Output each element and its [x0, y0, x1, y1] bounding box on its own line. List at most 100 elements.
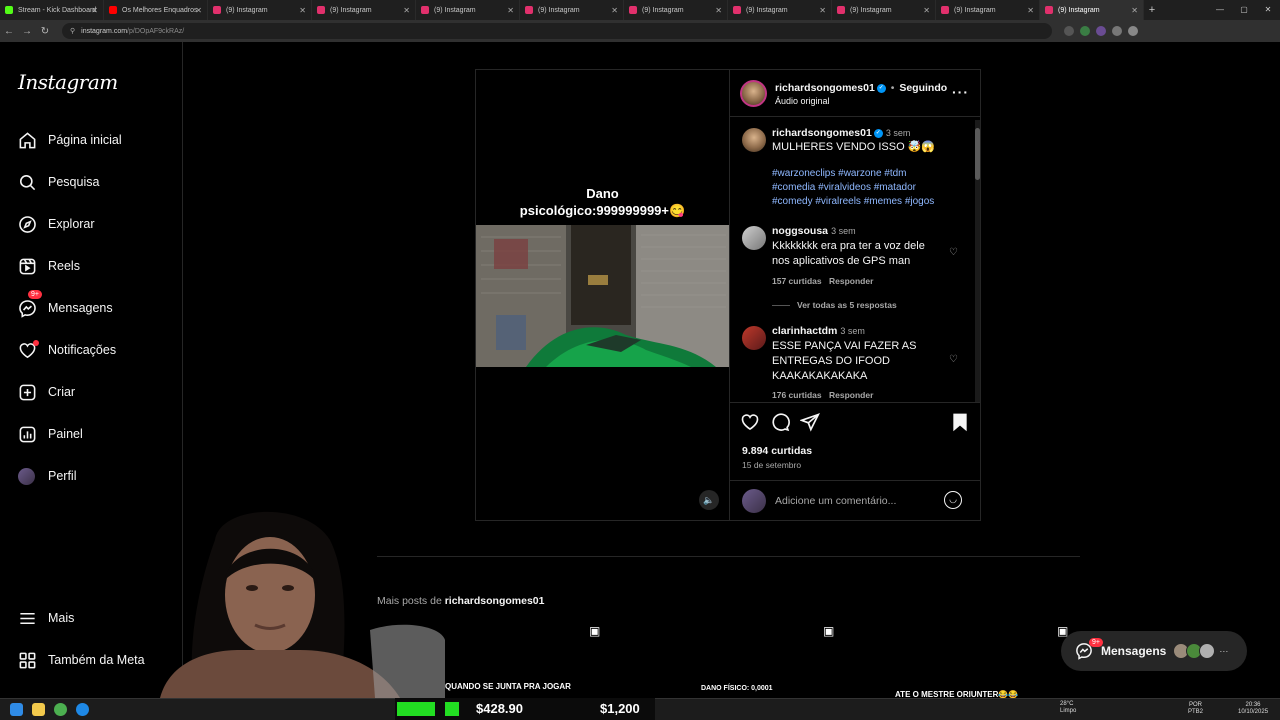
post-thumbnail[interactable]: ▣ QUANDO SE JUNTA PRA JOGAR	[445, 620, 677, 698]
browser-tab[interactable]: Os Melhores Enquadros ✕	[104, 0, 208, 20]
clock[interactable]: 20:36 10/10/2025	[1238, 702, 1268, 716]
browser-tab-bar: Stream - Kick Dashboard ✕ Os Melhores Enqu…	[0, 0, 1280, 20]
profile-icon[interactable]	[1128, 26, 1138, 36]
edge-icon[interactable]	[76, 703, 89, 716]
video-frame[interactable]	[476, 225, 729, 367]
commenter-avatar[interactable]	[742, 226, 766, 250]
extension-icon[interactable]	[1064, 26, 1074, 36]
hashtag-line[interactable]: #warzoneclips #warzone #tdm	[772, 167, 934, 181]
hashtag-line[interactable]: #comedia #viralvideos #matador	[772, 181, 934, 195]
post-thumbnail[interactable]: ▣ ATE O MESTRE ORIUNTER😂😂	[895, 620, 1080, 699]
site-info-icon[interactable]: ⚲	[70, 27, 75, 35]
more-options-icon[interactable]: ···	[952, 84, 969, 100]
comment-like-icon[interactable]: ♡	[949, 354, 958, 365]
author-username[interactable]: richardsongomes01	[775, 82, 875, 94]
maximize-icon[interactable]: ▢	[1232, 0, 1256, 20]
bookmark-icon[interactable]	[950, 412, 970, 432]
tab-close-icon[interactable]: ✕	[1027, 6, 1034, 15]
tab-close-icon[interactable]: ✕	[195, 6, 202, 15]
comment-icon[interactable]	[770, 412, 790, 432]
caption-username[interactable]: richardsongomes01	[772, 127, 872, 139]
sidebar-item-messages[interactable]: 9+ Mensagens	[18, 290, 113, 320]
tab-close-icon[interactable]: ✕	[91, 6, 98, 15]
sidebar-item-notifications[interactable]: Notificações	[18, 338, 116, 362]
comment-like-icon[interactable]: ♡	[949, 247, 958, 258]
mute-button[interactable]: 🔈	[699, 490, 719, 510]
comment-likes[interactable]: 176 curtidas	[772, 390, 822, 400]
comment-input[interactable]	[775, 492, 935, 510]
back-icon[interactable]: ←	[0, 26, 18, 37]
avatar	[742, 489, 766, 513]
like-icon[interactable]	[740, 412, 760, 432]
commenter-avatar[interactable]	[742, 326, 766, 350]
more-posts-username[interactable]: richardsongomes01	[445, 595, 545, 607]
url-field[interactable]: ⚲ instagram.com/p/DOpAF9ckRAz/	[62, 23, 1052, 39]
weather-widget[interactable]: 28°C Limpo	[1060, 701, 1076, 715]
scrollbar-thumb[interactable]	[975, 128, 980, 180]
post-media[interactable]: Dano psicológico:999999999+😋 �	[476, 70, 729, 520]
tab-close-icon[interactable]: ✕	[923, 6, 930, 15]
comment-username[interactable]: clarinhactdm	[772, 325, 837, 337]
tab-close-icon[interactable]: ✕	[1131, 6, 1138, 15]
sidebar-item-home[interactable]: Página inicial	[18, 128, 122, 152]
sidebar-item-reels[interactable]: Reels	[18, 254, 80, 278]
add-comment-row: ◡	[730, 480, 981, 520]
minimize-icon[interactable]: —	[1208, 0, 1232, 20]
author-avatar[interactable]	[740, 80, 767, 107]
sidebar-item-explore[interactable]: Explorar	[18, 212, 95, 236]
sidebar-item-label: Mensagens	[48, 301, 113, 315]
extension-icon[interactable]	[1096, 26, 1106, 36]
reply-button[interactable]: Responder	[829, 390, 873, 400]
sidebar-item-profile[interactable]: Perfil	[18, 464, 76, 488]
sidebar-item-search[interactable]: Pesquisa	[18, 170, 99, 194]
tab-favicon-icon	[109, 6, 117, 14]
audio-label[interactable]: Áudio original	[775, 96, 830, 106]
sidebar-item-dashboard[interactable]: Painel	[18, 422, 83, 446]
browser-tab[interactable]: Stream - Kick Dashboard ✕	[0, 0, 104, 20]
browser-tab[interactable]: (9) Instagram ✕	[208, 0, 312, 20]
browser-tab[interactable]: (9) Instagram ✕	[1040, 0, 1144, 20]
emoji-icon[interactable]: ◡	[944, 491, 962, 509]
tab-close-icon[interactable]: ✕	[299, 6, 306, 15]
comments-scrollbar[interactable]	[975, 120, 980, 402]
following-button[interactable]: Seguindo	[899, 82, 947, 94]
browser-tab[interactable]: (9) Instagram ✕	[728, 0, 832, 20]
tab-close-icon[interactable]: ✕	[403, 6, 410, 15]
language-indicator[interactable]: POR PTB2	[1188, 702, 1203, 716]
browser-tab[interactable]: (9) Instagram ✕	[624, 0, 728, 20]
sidebar-item-create[interactable]: Criar	[18, 380, 75, 404]
comment-username[interactable]: noggsousa	[772, 225, 828, 237]
forward-icon[interactable]: →	[18, 26, 36, 37]
instagram-logo[interactable]: Instagram	[18, 70, 118, 94]
browser-tab[interactable]: (9) Instagram ✕	[520, 0, 624, 20]
author-avatar[interactable]	[742, 128, 766, 152]
reply-button[interactable]: Responder	[829, 276, 873, 286]
start-icon[interactable]	[10, 703, 23, 716]
reload-icon[interactable]: ↻	[36, 26, 54, 37]
hashtag-line[interactable]: #comedy #viralreels #memes #jogos	[772, 195, 934, 209]
file-explorer-icon[interactable]	[32, 703, 45, 716]
tab-close-icon[interactable]: ✕	[611, 6, 618, 15]
browser-tab[interactable]: (9) Instagram ✕	[312, 0, 416, 20]
chrome-icon[interactable]	[54, 703, 67, 716]
comment-header: clarinhactdm 3 sem	[772, 324, 865, 339]
share-icon[interactable]	[800, 412, 820, 432]
messages-pill[interactable]: 9+ Mensagens ···	[1061, 631, 1247, 671]
view-replies-button[interactable]: Ver todas as 5 respostas	[797, 300, 897, 310]
tab-title: Os Melhores Enquadros	[122, 6, 198, 14]
tab-close-icon[interactable]: ✕	[715, 6, 722, 15]
more-icon[interactable]: ···	[1219, 646, 1228, 656]
browser-tab[interactable]: (9) Instagram ✕	[832, 0, 936, 20]
extension-icon[interactable]	[1080, 26, 1090, 36]
comment-likes[interactable]: 157 curtidas	[772, 276, 822, 286]
sidebar-item-more[interactable]: Mais	[18, 606, 74, 630]
browser-tab[interactable]: (9) Instagram ✕	[416, 0, 520, 20]
tab-close-icon[interactable]: ✕	[507, 6, 514, 15]
new-tab-button[interactable]: +	[1144, 4, 1160, 16]
extension-icon[interactable]	[1112, 26, 1122, 36]
likes-count[interactable]: 9.894 curtidas	[742, 445, 812, 457]
browser-tab[interactable]: (9) Instagram ✕	[936, 0, 1040, 20]
post-thumbnail[interactable]: ▣ DANO FÍSICO: 0,0001	[679, 620, 911, 698]
tab-close-icon[interactable]: ✕	[819, 6, 826, 15]
close-window-icon[interactable]: ✕	[1256, 0, 1280, 20]
